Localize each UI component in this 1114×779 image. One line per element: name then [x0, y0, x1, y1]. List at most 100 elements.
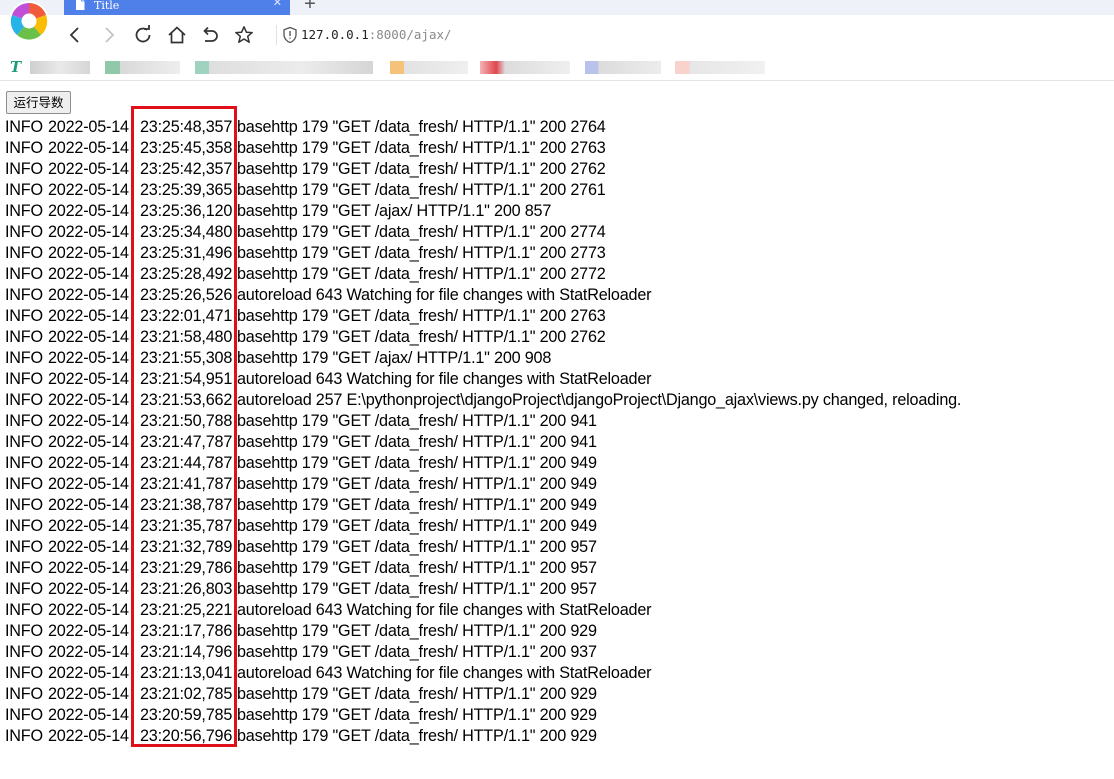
log-level: INFO — [5, 706, 43, 724]
log-line: INFO 2022-05-14 23:21:32,789 basehttp 17… — [5, 537, 1114, 558]
log-date: 2022-05-14 — [48, 244, 129, 262]
log-message: basehttp 179 "GET /data_fresh/ HTTP/1.1"… — [237, 328, 606, 346]
bookmark-item-blurred[interactable] — [30, 61, 90, 74]
log-time: 23:21:50,788 — [140, 412, 233, 430]
log-level: INFO — [5, 559, 43, 577]
log-time: 23:21:29,786 — [140, 559, 233, 577]
log-level: INFO — [5, 727, 43, 745]
log-message: basehttp 179 "GET /ajax/ HTTP/1.1" 200 9… — [237, 349, 552, 367]
log-level: INFO — [5, 538, 43, 556]
log-message: basehttp 179 "GET /data_fresh/ HTTP/1.1"… — [237, 475, 597, 493]
bookmark-item-blurred[interactable] — [585, 61, 661, 74]
log-line: INFO 2022-05-14 23:21:44,787 basehttp 17… — [5, 453, 1114, 474]
log-message: autoreload 643 Watching for file changes… — [237, 664, 652, 682]
log-line: INFO 2022-05-14 23:25:26,526 autoreload … — [5, 285, 1114, 306]
log-message: basehttp 179 "GET /data_fresh/ HTTP/1.1"… — [237, 706, 597, 724]
shield-icon[interactable] — [282, 26, 298, 44]
log-level: INFO — [5, 601, 43, 619]
log-date: 2022-05-14 — [48, 412, 129, 430]
undo-close-icon — [203, 26, 218, 42]
bookmark-item-blurred[interactable] — [675, 61, 765, 74]
log-time: 23:21:25,221 — [140, 601, 233, 619]
log-message: basehttp 179 "GET /data_fresh/ HTTP/1.1"… — [237, 265, 606, 283]
log-level: INFO — [5, 244, 43, 262]
address-port: :8000 — [368, 27, 407, 42]
log-level: INFO — [5, 643, 43, 661]
log-message: basehttp 179 "GET /data_fresh/ HTTP/1.1"… — [237, 307, 606, 325]
new-tab-button[interactable]: + — [300, 0, 320, 14]
log-line: INFO 2022-05-14 23:21:14,796 basehttp 17… — [5, 642, 1114, 663]
forward-button[interactable] — [97, 23, 121, 47]
log-line: INFO 2022-05-14 23:21:17,786 basehttp 17… — [5, 621, 1114, 642]
address-url[interactable]: 127.0.0.1:8000/ajax/ — [301, 27, 452, 42]
log-level: INFO — [5, 139, 43, 157]
address-bar[interactable]: 127.0.0.1:8000/ajax/ — [276, 23, 1106, 47]
address-host: 127.0.0.1 — [301, 27, 369, 42]
tab-active[interactable]: Title ✕ — [64, 0, 290, 15]
log-time: 23:22:01,471 — [140, 307, 233, 325]
run-export-button[interactable]: 运行导数 — [6, 91, 71, 114]
bookmark-item-blurred[interactable] — [195, 61, 373, 74]
log-level: INFO — [5, 412, 43, 430]
log-level: INFO — [5, 265, 43, 283]
log-level: INFO — [5, 454, 43, 472]
log-level: INFO — [5, 580, 43, 598]
bookmark-item-blurred[interactable] — [390, 61, 468, 74]
log-level: INFO — [5, 349, 43, 367]
log-time: 23:25:36,120 — [140, 202, 233, 220]
log-level: INFO — [5, 685, 43, 703]
log-level: INFO — [5, 517, 43, 535]
log-message: basehttp 179 "GET /data_fresh/ HTTP/1.1"… — [237, 454, 597, 472]
log-line: INFO 2022-05-14 23:25:31,496 basehttp 17… — [5, 243, 1114, 264]
bookmark-item-blurred[interactable] — [480, 61, 570, 74]
home-button[interactable] — [165, 23, 189, 47]
log-time: 23:25:42,357 — [140, 160, 233, 178]
log-level: INFO — [5, 328, 43, 346]
log-level: INFO — [5, 118, 43, 136]
log-line: INFO 2022-05-14 23:21:55,308 basehttp 17… — [5, 348, 1114, 369]
log-list: INFO 2022-05-14 23:25:48,357 basehttp 17… — [5, 117, 1114, 747]
bookmark-star-button[interactable] — [232, 23, 256, 47]
log-message: autoreload 257 E:\pythonproject\djangoPr… — [237, 391, 962, 409]
log-message: basehttp 179 "GET /data_fresh/ HTTP/1.1"… — [237, 685, 597, 703]
log-time: 23:21:47,787 — [140, 433, 233, 451]
undo-close-button[interactable] — [198, 23, 222, 47]
log-date: 2022-05-14 — [48, 223, 129, 241]
back-button[interactable] — [63, 23, 87, 47]
reload-button[interactable] — [131, 23, 155, 47]
log-message: basehttp 179 "GET /data_fresh/ HTTP/1.1"… — [237, 433, 597, 451]
log-time: 23:21:02,785 — [140, 685, 233, 703]
log-line: INFO 2022-05-14 23:21:50,788 basehttp 17… — [5, 411, 1114, 432]
log-line: INFO 2022-05-14 23:20:59,785 basehttp 17… — [5, 705, 1114, 726]
log-time: 23:20:59,785 — [140, 706, 233, 724]
log-level: INFO — [5, 223, 43, 241]
log-date: 2022-05-14 — [48, 559, 129, 577]
log-date: 2022-05-14 — [48, 496, 129, 514]
log-level: INFO — [5, 475, 43, 493]
log-date: 2022-05-14 — [48, 664, 129, 682]
home-icon — [168, 26, 186, 44]
log-line: INFO 2022-05-14 23:20:56,796 basehttp 17… — [5, 726, 1114, 747]
log-date: 2022-05-14 — [48, 727, 129, 745]
log-line: INFO 2022-05-14 23:25:45,358 basehttp 17… — [5, 138, 1114, 159]
log-message: basehttp 179 "GET /data_fresh/ HTTP/1.1"… — [237, 118, 606, 136]
log-date: 2022-05-14 — [48, 160, 129, 178]
log-level: INFO — [5, 664, 43, 682]
log-date: 2022-05-14 — [48, 202, 129, 220]
log-message: basehttp 179 "GET /data_fresh/ HTTP/1.1"… — [237, 181, 606, 199]
forward-icon — [105, 27, 115, 43]
log-time: 23:25:39,365 — [140, 181, 233, 199]
log-level: INFO — [5, 286, 43, 304]
log-line: INFO 2022-05-14 23:25:48,357 basehttp 17… — [5, 117, 1114, 138]
address-path: /ajax/ — [406, 27, 452, 42]
log-level: INFO — [5, 307, 43, 325]
bookmark-item-blurred[interactable] — [105, 61, 180, 74]
log-line: INFO 2022-05-14 23:25:34,480 basehttp 17… — [5, 222, 1114, 243]
log-date: 2022-05-14 — [48, 139, 129, 157]
bookmark-logo-icon[interactable]: T — [10, 58, 21, 76]
log-message: basehttp 179 "GET /data_fresh/ HTTP/1.1"… — [237, 580, 597, 598]
log-message: autoreload 643 Watching for file changes… — [237, 370, 652, 388]
tab-close-icon[interactable]: ✕ — [273, 0, 282, 8]
log-line: INFO 2022-05-14 23:21:35,787 basehttp 17… — [5, 516, 1114, 537]
browser-logo-icon[interactable] — [8, 0, 50, 42]
